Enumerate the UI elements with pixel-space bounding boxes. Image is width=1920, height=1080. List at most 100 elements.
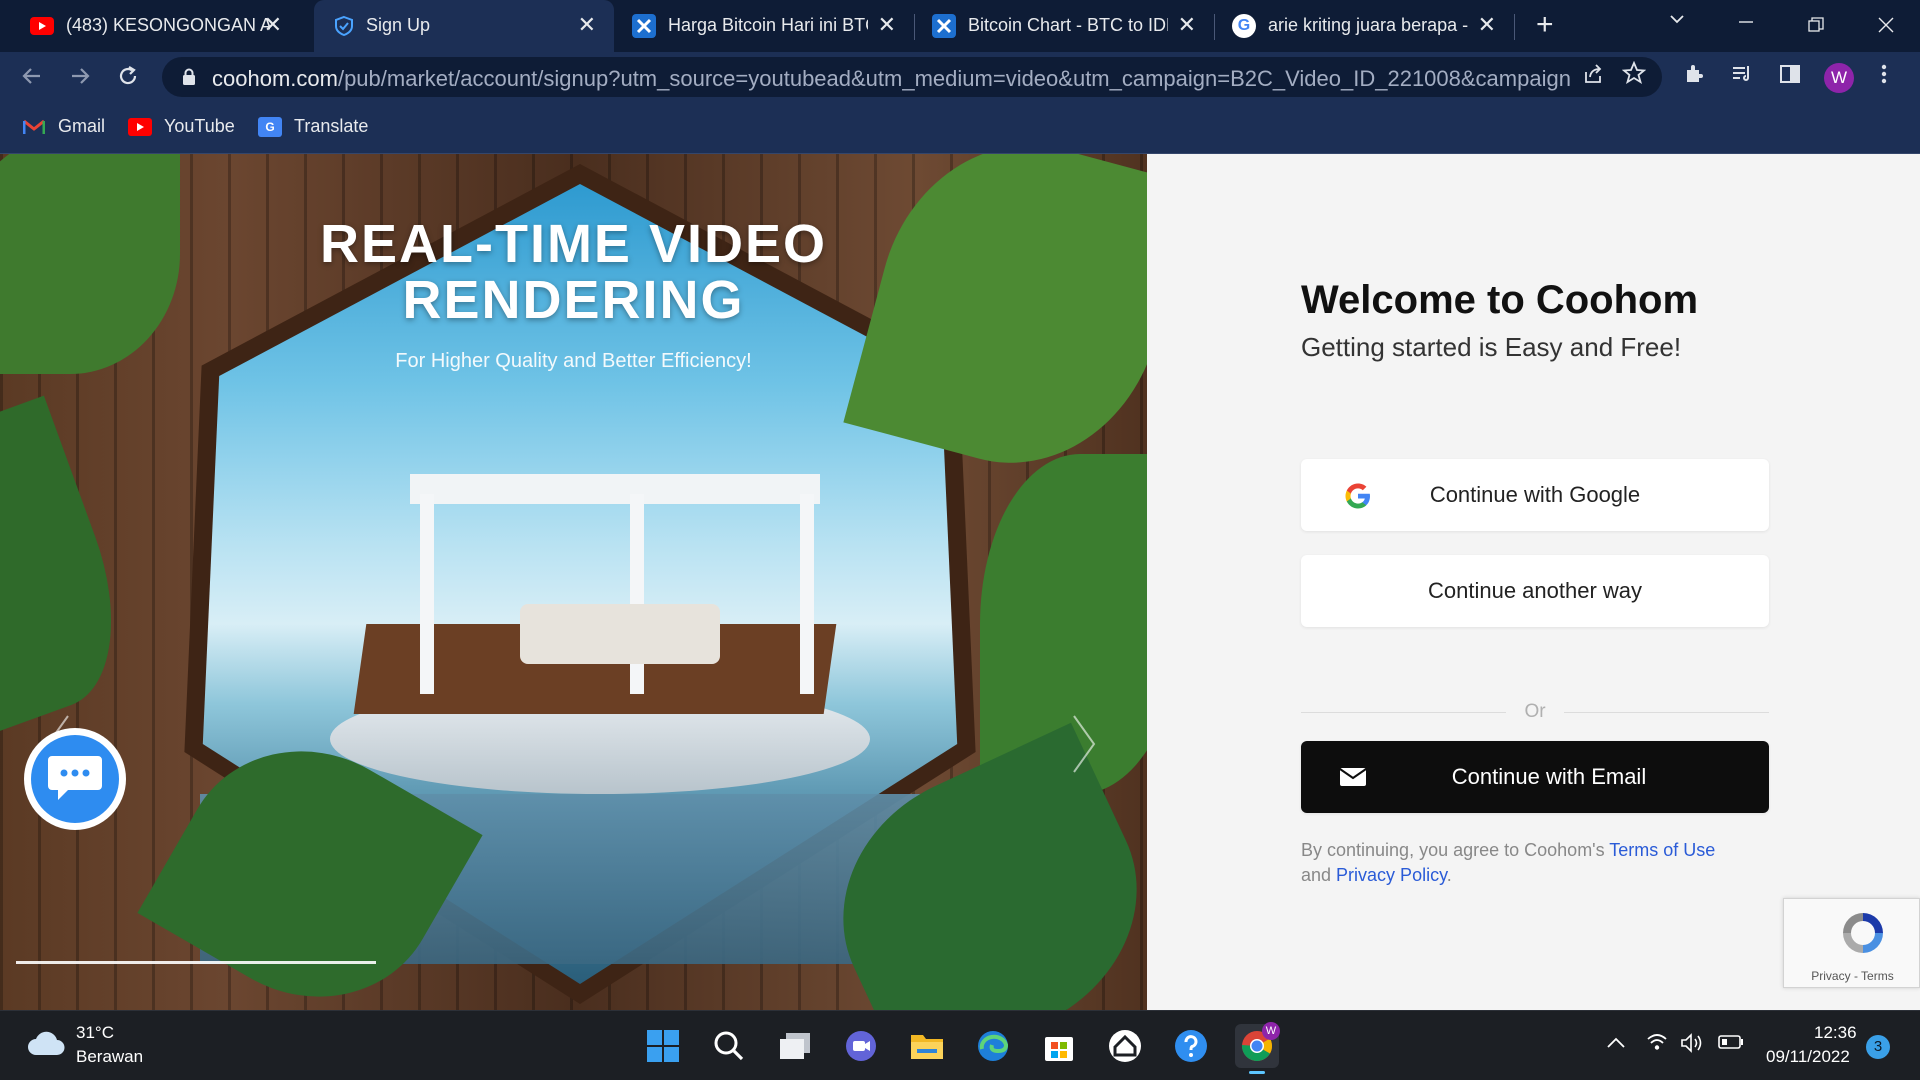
google-button-label: Continue with Google bbox=[1429, 482, 1641, 507]
app-launcher-button[interactable] bbox=[1103, 1024, 1147, 1068]
tab-title: Bitcoin Chart - BTC to IDR bbox=[968, 15, 1168, 35]
terms-of-use-link[interactable]: Terms of Use bbox=[1609, 840, 1715, 860]
close-icon[interactable]: ✕ bbox=[578, 12, 596, 38]
browser-tab-strip: (483) KESONGONGAN AR ✕ Sign Up ✕ Harga B… bbox=[0, 0, 1920, 52]
url-host: coohom.com bbox=[212, 66, 338, 91]
terms-text: and bbox=[1301, 865, 1337, 885]
profile-avatar[interactable]: W bbox=[1824, 63, 1854, 93]
teams-chat-button[interactable] bbox=[839, 1024, 883, 1068]
google-translate-icon: G bbox=[258, 116, 282, 137]
share-icon[interactable] bbox=[1582, 62, 1606, 92]
forward-arrow-icon[interactable] bbox=[68, 64, 92, 92]
close-icon[interactable]: ✕ bbox=[264, 12, 282, 38]
chrome-taskbar-button[interactable]: W bbox=[1235, 1022, 1280, 1074]
other-button-label: Continue another way bbox=[1427, 578, 1643, 603]
tab-sign-up[interactable]: Sign Up ✕ bbox=[314, 0, 614, 52]
bookmark-star-icon[interactable] bbox=[1621, 60, 1647, 91]
edge-icon bbox=[978, 1031, 1009, 1061]
folder-icon bbox=[911, 1035, 943, 1059]
email-button-label: Continue with Email bbox=[1451, 764, 1647, 789]
continue-with-google-button[interactable]: Continue with Google bbox=[1301, 459, 1769, 531]
live-chat-button[interactable] bbox=[24, 728, 126, 830]
tab-title: arie kriting juara berapa - bbox=[1268, 15, 1468, 35]
pavilion-roof bbox=[410, 474, 820, 504]
house-badge-icon bbox=[1109, 1030, 1141, 1062]
back-arrow-icon[interactable] bbox=[20, 64, 44, 92]
page-title: Welcome to Coohom bbox=[1301, 278, 1699, 322]
start-menu-button[interactable] bbox=[641, 1024, 685, 1068]
windows-logo-icon bbox=[647, 1030, 679, 1062]
tab-bitcoin-chart[interactable]: Bitcoin Chart - BTC to IDR ✕ bbox=[914, 0, 1214, 52]
hero-title-line: RENDERING bbox=[402, 270, 745, 330]
reload-icon[interactable] bbox=[116, 64, 140, 92]
terms-notice: By continuing, you agree to Coohom's Ter… bbox=[1301, 838, 1781, 888]
address-bar[interactable]: coohom.com/pub/market/account/signup?utm… bbox=[162, 57, 1662, 97]
cloud-icon[interactable] bbox=[26, 1031, 66, 1062]
window-close-icon[interactable] bbox=[1878, 13, 1894, 39]
get-help-button[interactable] bbox=[1169, 1024, 1213, 1068]
url-text[interactable]: coohom.com/pub/market/account/signup?utm… bbox=[212, 66, 1572, 92]
tab-google-search[interactable]: G arie kriting juara berapa - ✕ bbox=[1214, 0, 1514, 52]
gmail-icon bbox=[22, 117, 46, 137]
reading-list-icon[interactable] bbox=[1730, 62, 1754, 92]
edge-browser-button[interactable] bbox=[971, 1024, 1015, 1068]
bookmark-gmail[interactable]: Gmail bbox=[22, 116, 105, 137]
carousel-next-icon[interactable] bbox=[1070, 714, 1098, 779]
show-hidden-icons-chevron-icon[interactable] bbox=[1606, 1033, 1626, 1056]
notification-count-badge[interactable]: 3 bbox=[1866, 1035, 1890, 1059]
youtube-icon bbox=[128, 117, 152, 136]
continue-another-way-button[interactable]: Continue another way bbox=[1301, 555, 1769, 627]
hero-title: REAL-TIME VIDEO RENDERING bbox=[0, 216, 1147, 328]
bookmark-youtube[interactable]: YouTube bbox=[128, 116, 235, 137]
help-icon bbox=[1175, 1030, 1207, 1062]
carousel-progress-bar bbox=[16, 961, 376, 964]
continue-with-email-button[interactable]: Continue with Email bbox=[1301, 741, 1769, 813]
new-tab-button[interactable]: + bbox=[1536, 8, 1554, 42]
side-panel-icon[interactable] bbox=[1778, 62, 1802, 92]
signup-panel: Welcome to Coohom Getting started is Eas… bbox=[1147, 154, 1920, 1010]
close-icon[interactable]: ✕ bbox=[878, 12, 896, 38]
chat-icon bbox=[48, 756, 102, 800]
volume-icon[interactable] bbox=[1680, 1033, 1704, 1059]
tab-youtube[interactable]: (483) KESONGONGAN AR ✕ bbox=[0, 0, 300, 52]
clock-date[interactable]: 09/11/2022 bbox=[1766, 1047, 1850, 1067]
recaptcha-links[interactable]: Privacy - Terms bbox=[1784, 969, 1920, 983]
tab-title: Harga Bitcoin Hari ini BTC bbox=[668, 15, 868, 35]
bookmark-label: YouTube bbox=[164, 116, 235, 136]
pavilion-pillar bbox=[420, 494, 434, 694]
minimize-icon[interactable] bbox=[1738, 10, 1754, 36]
close-icon[interactable]: ✕ bbox=[1478, 12, 1496, 38]
wifi-icon[interactable] bbox=[1646, 1033, 1668, 1057]
search-button[interactable] bbox=[707, 1024, 751, 1068]
google-icon: G bbox=[1232, 14, 1256, 38]
recaptcha-badge[interactable]: Privacy - Terms bbox=[1783, 898, 1920, 988]
close-icon[interactable]: ✕ bbox=[1178, 12, 1196, 38]
bookmark-translate[interactable]: G Translate bbox=[258, 116, 368, 137]
task-view-button[interactable] bbox=[773, 1024, 817, 1068]
file-explorer-button[interactable] bbox=[905, 1024, 949, 1068]
tab-harga-bitcoin[interactable]: Harga Bitcoin Hari ini BTC ✕ bbox=[614, 0, 914, 52]
or-divider: Or bbox=[1301, 701, 1769, 725]
chrome-profile-badge: W bbox=[1262, 1022, 1280, 1040]
bookmark-label: Translate bbox=[294, 116, 369, 136]
pavilion-pillar bbox=[800, 494, 814, 694]
privacy-policy-link[interactable]: Privacy Policy bbox=[1336, 865, 1447, 885]
menu-kebab-icon[interactable] bbox=[1880, 62, 1888, 92]
weather-temperature[interactable]: 31°C bbox=[76, 1023, 114, 1043]
weather-condition[interactable]: Berawan bbox=[76, 1047, 143, 1067]
battery-icon[interactable] bbox=[1718, 1033, 1744, 1056]
divider-line bbox=[1564, 712, 1769, 713]
url-path: /pub/market/account/signup?utm_source=yo… bbox=[337, 66, 1572, 91]
extensions-puzzle-icon[interactable] bbox=[1682, 62, 1706, 92]
hero-subtitle: For Higher Quality and Better Efficiency… bbox=[395, 350, 752, 372]
restore-icon[interactable] bbox=[1808, 13, 1824, 39]
microsoft-store-button[interactable] bbox=[1037, 1024, 1081, 1068]
tab-search-icon[interactable] bbox=[1668, 8, 1686, 34]
clock-time[interactable]: 12:36 bbox=[1814, 1023, 1857, 1043]
hero-banner: REAL-TIME VIDEO RENDERING For Higher Qua… bbox=[0, 154, 1147, 1010]
lock-icon[interactable] bbox=[182, 68, 196, 86]
search-icon bbox=[714, 1031, 744, 1061]
active-app-indicator bbox=[1249, 1071, 1265, 1074]
terms-text: . bbox=[1446, 865, 1452, 885]
tab-title: Sign Up bbox=[366, 15, 431, 35]
